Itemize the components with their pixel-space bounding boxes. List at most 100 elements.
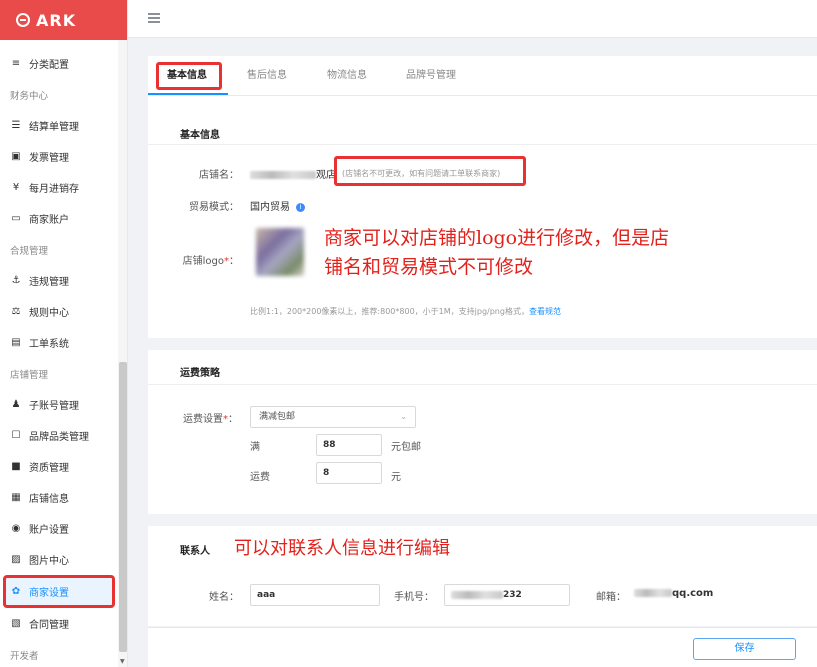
scroll-down-arrow-icon[interactable]: ▼	[120, 658, 125, 665]
active-tab-indicator	[148, 93, 228, 95]
view-spec-link[interactable]: 查看规范	[529, 307, 561, 316]
sidebar-item-label: 品牌品类管理	[29, 432, 89, 443]
anchor-icon: ⚓	[11, 275, 21, 286]
store-name-value: 观店	[250, 166, 336, 181]
phone-input[interactable]: 232	[444, 584, 570, 606]
sidebar-item-label: 商家设置	[29, 588, 69, 599]
contact-name-input[interactable]: aaa	[250, 584, 380, 606]
section-divider	[148, 144, 817, 145]
sidebar-nav: ≡ 分类配置 财务中心 ☰ 结算单管理 ▣ 发票管理 ¥ 每月进销存 ▭ 商家账户 合规管理 ⚓ 违规管理…	[0, 48, 118, 667]
invoice-icon: ▣	[11, 151, 21, 162]
email-value[interactable]: qq.com	[634, 588, 713, 599]
sidebar-item[interactable]: ▭ 商家账户	[0, 203, 118, 234]
sidebar-item[interactable]: ◉ 账户设置	[0, 513, 118, 544]
bookmark-icon: ■	[11, 461, 21, 472]
scrollbar-thumb[interactable]	[119, 362, 127, 652]
sidebar-item-label: 每月进销存	[29, 184, 79, 195]
email-label: 邮箱：	[596, 592, 626, 603]
trade-mode-value: 国内贸易 i	[250, 198, 305, 213]
menu-toggle-icon[interactable]	[148, 13, 160, 23]
sidebar-item[interactable]: ▣ 发票管理	[0, 141, 118, 172]
sidebar-item[interactable]: ☐ 品牌品类管理	[0, 420, 118, 451]
sidebar-item-label: 规则中心	[29, 308, 69, 319]
sidebar-item-label: 违规管理	[29, 277, 69, 288]
sidebar-item-label: 发票管理	[29, 153, 69, 164]
sidebar-item[interactable]: ■ 资质管理	[0, 451, 118, 482]
contact-annotation: 可以对联系人信息进行编辑	[234, 538, 450, 559]
sidebar-item-label: 商家账户	[29, 215, 69, 226]
account-icon: ◉	[11, 523, 21, 534]
sidebar-item-label: 工单系统	[29, 339, 69, 350]
sidebar-item[interactable]: ♟ 子账号管理	[0, 389, 118, 420]
trade-mode-label: 贸易模式：	[189, 202, 239, 213]
tab-brand-account[interactable]: 品牌号管理	[406, 66, 456, 81]
phone-label: 手机号：	[394, 592, 434, 603]
sidebar-item-label: 店铺信息	[29, 494, 69, 505]
card-icon: ▭	[11, 213, 21, 224]
sidebar-item-label: 账户设置	[29, 525, 69, 536]
tab-after-sales[interactable]: 售后信息	[247, 66, 287, 81]
sidebar-group-label: 店铺管理	[10, 369, 49, 381]
store-logo-image[interactable]	[256, 228, 304, 276]
logo-bar[interactable]: ARK	[0, 0, 127, 40]
contact-panel: 联系人 可以对联系人信息进行编辑 姓名： aaa 手机号： 232 邮箱： qq…	[148, 526, 817, 626]
contact-name-label: 姓名：	[209, 592, 239, 603]
sidebar-item[interactable]: ✿ 商家设置	[3, 575, 115, 608]
sidebar-item[interactable]: ⚓ 违规管理	[0, 265, 118, 296]
bookmark-outline-icon: ☐	[11, 430, 21, 441]
sidebar-scrollbar[interactable]: ▼	[118, 40, 127, 667]
sidebar-item[interactable]: ▧ 合同管理	[0, 608, 118, 639]
tab-highlight-box	[156, 62, 222, 90]
sidebar-item-label: 资质管理	[29, 463, 69, 474]
sidebar-item-label: 分类配置	[29, 60, 69, 71]
sidebar-item[interactable]: ▦ 店铺信息	[0, 482, 118, 513]
basic-info-title: 基本信息	[180, 130, 220, 141]
sidebar: ARK ≡ 分类配置 财务中心 ☰ 结算单管理 ▣ 发票管理 ¥ 每月进销存 ▭ 商家账户 合规管理 ⚓…	[0, 0, 128, 667]
fee-setting-select[interactable]: 满减包邮 ⌄	[250, 406, 416, 428]
free-shipping-threshold-input[interactable]: 88	[316, 434, 382, 456]
sidebar-item[interactable]: ☰ 结算单管理	[0, 110, 118, 141]
full-label: 满	[250, 442, 260, 453]
sidebar-item[interactable]: ¥ 每月进销存	[0, 172, 118, 203]
logo-text: ARK	[36, 10, 77, 30]
logo-hint: 比例1:1，200*200像素以上，推荐:800*800，小于1M，支持jpg/…	[250, 307, 561, 316]
sidebar-group-label: 开发者	[10, 650, 39, 662]
free-shipping-unit: 元包邮	[391, 442, 421, 453]
tab-logistics[interactable]: 物流信息	[327, 66, 367, 81]
shipping-title: 运费策略	[180, 368, 220, 379]
sidebar-item-label: 图片中心	[29, 556, 69, 567]
info-icon[interactable]: i	[296, 202, 305, 212]
sidebar-item[interactable]: ▨ 图片中心	[0, 544, 118, 575]
user-icon: ♟	[11, 399, 21, 410]
sidebar-group-label: 合规管理	[10, 245, 49, 257]
sidebar-item[interactable]: ▤ 工单系统	[0, 327, 118, 358]
sidebar-item-label: 合同管理	[29, 620, 69, 631]
menu-lines-icon: ≡	[11, 58, 21, 69]
sidebar-item[interactable]: ≡ 分类配置	[0, 48, 118, 79]
basic-info-panel: 基本信息 售后信息 物流信息 品牌号管理 基本信息 店铺名： 观店 (店铺名不可…	[148, 56, 817, 338]
fee-setting-label: 运费设置*：	[183, 414, 238, 425]
store-logo-label: 店铺logo*：	[182, 256, 239, 267]
id-card-icon: ▦	[11, 492, 21, 503]
sidebar-item-label: 子账号管理	[29, 401, 79, 412]
shipping-fee-input[interactable]: 8	[316, 462, 382, 484]
store-name-label: 店铺名：	[199, 170, 239, 181]
list-icon: ☰	[11, 120, 21, 131]
chevron-down-icon: ⌄	[400, 412, 407, 421]
tab-bar: 基本信息 售后信息 物流信息 品牌号管理	[148, 56, 817, 96]
shipping-fee-unit: 元	[391, 472, 401, 483]
yen-icon: ¥	[12, 182, 20, 193]
fee-amount-label: 运费	[250, 472, 270, 483]
shipping-panel: 运费策略 运费设置*： 满减包邮 ⌄ 满 88 元包邮 运费 8 元	[148, 350, 817, 514]
save-button[interactable]: 保存	[693, 638, 796, 660]
calendar-icon: ▤	[11, 337, 21, 348]
ark-logo-icon	[16, 13, 30, 27]
logo-annotation: 商家可以对店铺的logo进行修改，但是店铺名和贸易模式不可修改	[324, 227, 670, 278]
contact-title: 联系人	[180, 546, 210, 557]
sidebar-item[interactable]: ⚖ 规则中心	[0, 296, 118, 327]
contract-icon: ▧	[11, 618, 21, 629]
sidebar-item-label: 结算单管理	[29, 122, 79, 133]
section-divider	[148, 384, 817, 385]
top-header	[128, 0, 817, 38]
scale-icon: ⚖	[11, 306, 21, 317]
